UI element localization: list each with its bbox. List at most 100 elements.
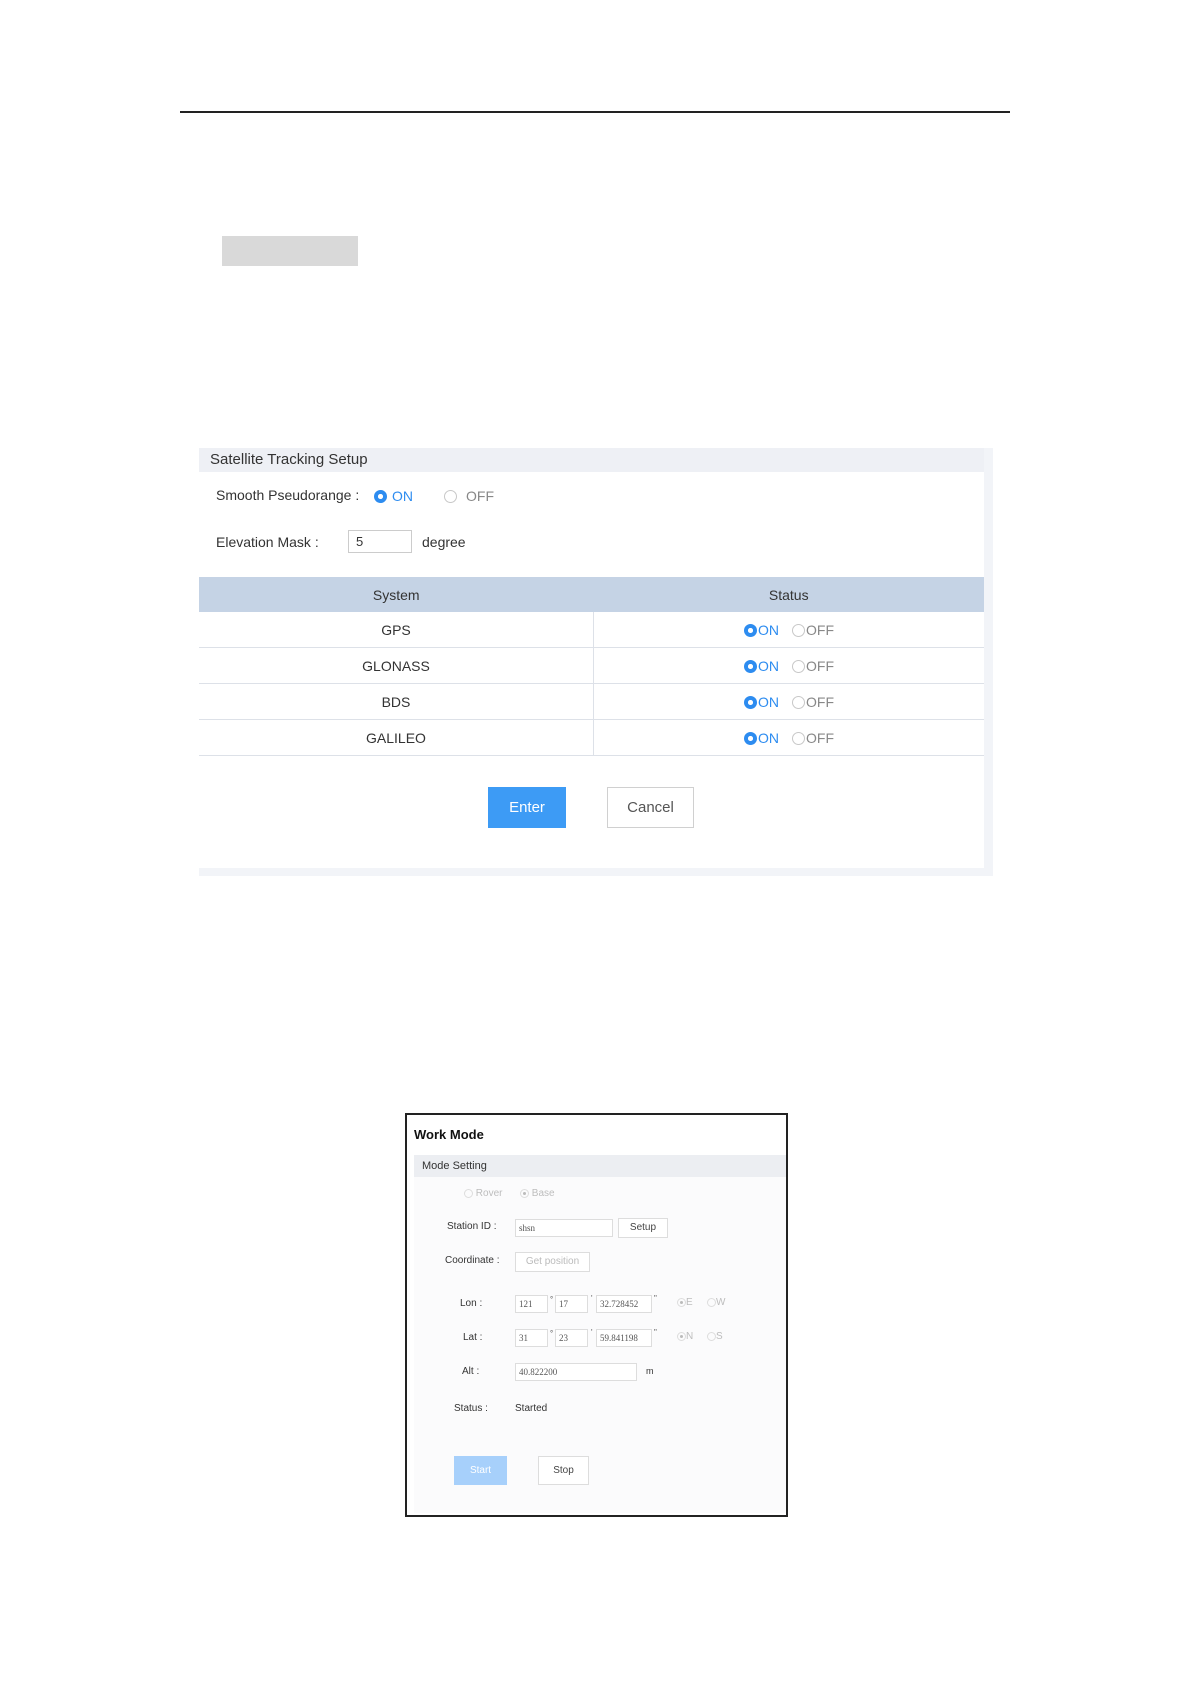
radio-off-icon[interactable] — [444, 489, 457, 503]
radio-off-icon[interactable] — [792, 659, 805, 673]
east-label: E — [686, 1297, 693, 1308]
lat-south-option[interactable]: S — [707, 1331, 723, 1342]
off-label: OFF — [806, 730, 834, 747]
on-label: ON — [758, 730, 779, 747]
satellite-panel-body: Satellite Tracking Setup Smooth Pseudora… — [199, 448, 984, 868]
radio-on-icon[interactable] — [744, 731, 757, 745]
mode-setting-header: Mode Setting — [414, 1155, 786, 1177]
radio-off-icon[interactable] — [792, 623, 805, 637]
west-radio-icon[interactable] — [707, 1297, 716, 1307]
smooth-on-option[interactable]: ON — [374, 487, 413, 504]
radio-on-icon[interactable] — [744, 695, 757, 709]
system-status: ON OFF — [593, 612, 984, 648]
system-status: ON OFF — [593, 683, 984, 720]
smooth-on-label: ON — [392, 488, 413, 505]
mode-base-option[interactable]: Base — [520, 1188, 555, 1199]
system-name: GPS — [199, 612, 594, 648]
status-value: Started — [515, 1403, 548, 1414]
south-radio-icon[interactable] — [707, 1331, 716, 1341]
lat-north-option[interactable]: N — [677, 1331, 693, 1342]
table-row: BDS ON OFF — [199, 683, 984, 720]
smooth-off-option[interactable]: OFF — [444, 487, 494, 504]
stop-button[interactable]: Stop — [538, 1456, 589, 1485]
work-mode-title: Work Mode — [414, 1127, 484, 1142]
status-label: Status : — [454, 1403, 488, 1414]
header-status: Status — [593, 577, 984, 612]
satellite-tracking-panel: Satellite Tracking Setup Smooth Pseudora… — [199, 448, 993, 876]
degree-mark: ° — [550, 1295, 554, 1304]
status-on-option[interactable]: ON — [744, 621, 779, 639]
base-radio-icon[interactable] — [520, 1188, 529, 1198]
lon-west-option[interactable]: W — [707, 1297, 725, 1308]
radio-on-icon[interactable] — [744, 659, 757, 673]
coordinate-label: Coordinate : — [445, 1255, 500, 1266]
setup-button[interactable]: Setup — [618, 1218, 668, 1238]
station-id-label: Station ID : — [447, 1221, 497, 1232]
mode-rover-option[interactable]: Rover — [464, 1188, 502, 1199]
system-name: GALILEO — [199, 719, 594, 756]
systems-table: System Status GPS ON OFF GLONASS ON OFF BDS ON O… — [199, 577, 984, 756]
status-off-option[interactable]: OFF — [792, 657, 834, 675]
panel-title: Satellite Tracking Setup — [199, 448, 984, 472]
minute-mark: ' — [591, 1294, 593, 1303]
system-status: ON OFF — [593, 719, 984, 756]
on-label: ON — [758, 694, 779, 711]
system-status: ON OFF — [593, 647, 984, 684]
system-name: GLONASS — [199, 647, 594, 684]
mode-base-label: Base — [531, 1188, 555, 1199]
mode-setting-body: Rover Base Station ID : shsn Setup Coord… — [414, 1177, 786, 1513]
mode-rover-label: Rover — [475, 1188, 503, 1199]
lon-minutes-input[interactable]: 17 — [555, 1295, 588, 1313]
lon-east-option[interactable]: E — [677, 1297, 693, 1308]
elevation-mask-label: Elevation Mask : — [216, 534, 319, 550]
minute-mark: ' — [591, 1328, 593, 1337]
status-on-option[interactable]: ON — [744, 729, 779, 747]
lon-seconds-input[interactable]: 32.728452 — [596, 1295, 652, 1313]
elevation-mask-input[interactable]: 5 — [348, 530, 412, 553]
east-radio-icon[interactable] — [677, 1297, 686, 1307]
alt-label: Alt : — [462, 1366, 480, 1377]
off-label: OFF — [806, 694, 834, 711]
off-label: OFF — [806, 622, 834, 639]
enter-button[interactable]: Enter — [488, 787, 566, 828]
status-on-option[interactable]: ON — [744, 657, 779, 675]
north-radio-icon[interactable] — [677, 1331, 686, 1341]
second-mark: " — [654, 1294, 657, 1303]
radio-off-icon[interactable] — [792, 731, 805, 745]
rover-radio-icon[interactable] — [464, 1188, 473, 1198]
get-position-button[interactable]: Get position — [515, 1252, 590, 1272]
lat-degrees-input[interactable]: 31 — [515, 1329, 548, 1347]
table-row: GLONASS ON OFF — [199, 647, 984, 684]
cancel-button[interactable]: Cancel — [607, 787, 694, 828]
status-off-option[interactable]: OFF — [792, 621, 834, 639]
on-label: ON — [758, 658, 779, 675]
status-on-option[interactable]: ON — [744, 693, 779, 711]
off-label: OFF — [806, 658, 834, 675]
lat-seconds-input[interactable]: 59.841198 — [596, 1329, 652, 1347]
start-button[interactable]: Start — [454, 1456, 507, 1485]
radio-on-icon[interactable] — [374, 489, 387, 503]
redacted-block — [222, 236, 358, 266]
smooth-pseudorange-label: Smooth Pseudorange : — [216, 487, 360, 503]
smooth-off-label: OFF — [466, 488, 494, 505]
table-row: GALILEO ON OFF — [199, 719, 984, 756]
elevation-unit: degree — [422, 534, 466, 550]
station-id-input[interactable]: shsn — [515, 1219, 613, 1237]
on-label: ON — [758, 622, 779, 639]
lat-minutes-input[interactable]: 23 — [555, 1329, 588, 1347]
work-mode-panel: Work Mode Mode Setting Rover Base Statio… — [405, 1113, 788, 1517]
header-rule — [180, 111, 1010, 113]
status-off-option[interactable]: OFF — [792, 693, 834, 711]
radio-off-icon[interactable] — [792, 695, 805, 709]
header-system: System — [199, 577, 594, 612]
radio-on-icon[interactable] — [744, 623, 757, 637]
lon-label: Lon : — [460, 1298, 483, 1309]
status-off-option[interactable]: OFF — [792, 729, 834, 747]
second-mark: " — [654, 1328, 657, 1337]
alt-input[interactable]: 40.822200 — [515, 1363, 637, 1381]
lon-degrees-input[interactable]: 121 — [515, 1295, 548, 1313]
alt-unit: m — [646, 1366, 654, 1376]
system-name: BDS — [199, 683, 594, 720]
north-label: N — [686, 1331, 694, 1342]
south-label: S — [716, 1331, 723, 1342]
